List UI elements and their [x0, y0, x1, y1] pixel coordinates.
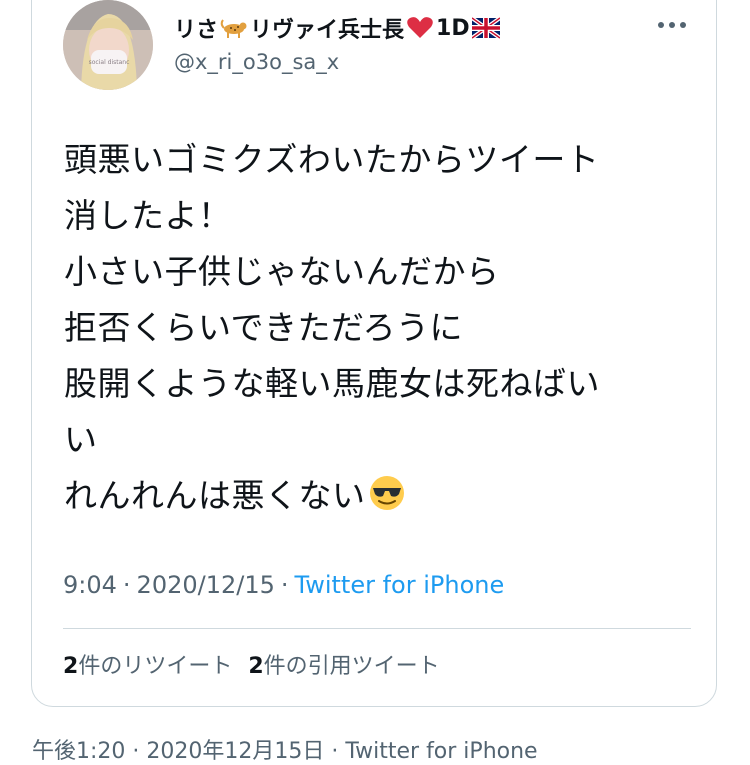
divider — [63, 628, 691, 629]
avatar-mask-text: social distanc — [89, 59, 130, 66]
tweet-text: 頭悪いゴミクズわいたからツイート 消したよ！ 小さい子供じゃないんだから 拒否く… — [64, 132, 704, 524]
footer-timestamp: 午後1:20 · 2020年12月15日 · Twitter for iPhon… — [32, 739, 538, 764]
tweet-line: 消したよ！ — [64, 196, 232, 235]
leopard-icon — [220, 16, 248, 40]
tweet-meta: 9:04 · 2020/12/15 · Twitter for iPhone — [63, 571, 504, 599]
author-handle[interactable]: @x_ri_o3o_sa_x — [174, 50, 339, 74]
tweet-date[interactable]: 2020/12/15 — [137, 571, 275, 599]
avatar-image: social distanc — [63, 0, 153, 90]
retweets-stat[interactable]: 2件のリツイート — [63, 648, 232, 680]
meta-separator: · — [122, 571, 131, 599]
tweet-time[interactable]: 9:04 — [63, 571, 117, 599]
author-display-name[interactable]: リさ リヴァイ兵士長 1D — [174, 12, 500, 44]
display-name-part-3: 1D — [436, 15, 470, 41]
display-name-part-2: リヴァイ兵士長 — [250, 18, 405, 43]
tweet-line: 拒否くらいできただろうに — [64, 308, 464, 347]
uk-flag-icon — [471, 16, 500, 40]
tweet-line: 小さい子供じゃないんだから — [64, 252, 500, 291]
tweet-line: 頭悪いゴミクズわいたからツイート — [64, 140, 600, 179]
tweet-line: い — [64, 420, 98, 459]
quote-tweets-stat[interactable]: 2件の引用ツイート — [248, 648, 439, 680]
more-dots-icon — [658, 22, 686, 28]
tweet-line: れんれんは悪くない — [64, 476, 366, 515]
quote-count: 2 — [248, 654, 264, 679]
retweet-count: 2 — [63, 654, 79, 679]
more-options-button[interactable] — [652, 10, 692, 40]
display-name-part-1: リさ — [174, 18, 219, 43]
tweet-line: 股開くような軽い馬鹿女は死ねばい — [64, 364, 600, 403]
red-heart-icon — [406, 16, 434, 40]
meta-separator: · — [280, 571, 289, 599]
tweet-stats: 2件のリツイート 2件の引用ツイート — [63, 648, 440, 680]
tweet-last-line: れんれんは悪くない — [64, 468, 704, 524]
sunglasses-face-icon — [368, 474, 406, 512]
quote-label: 件の引用ツイート — [263, 654, 440, 679]
tweet-source-link[interactable]: Twitter for iPhone — [295, 571, 505, 599]
author-avatar[interactable]: social distanc — [63, 0, 153, 90]
retweet-label: 件のリツイート — [78, 654, 233, 679]
